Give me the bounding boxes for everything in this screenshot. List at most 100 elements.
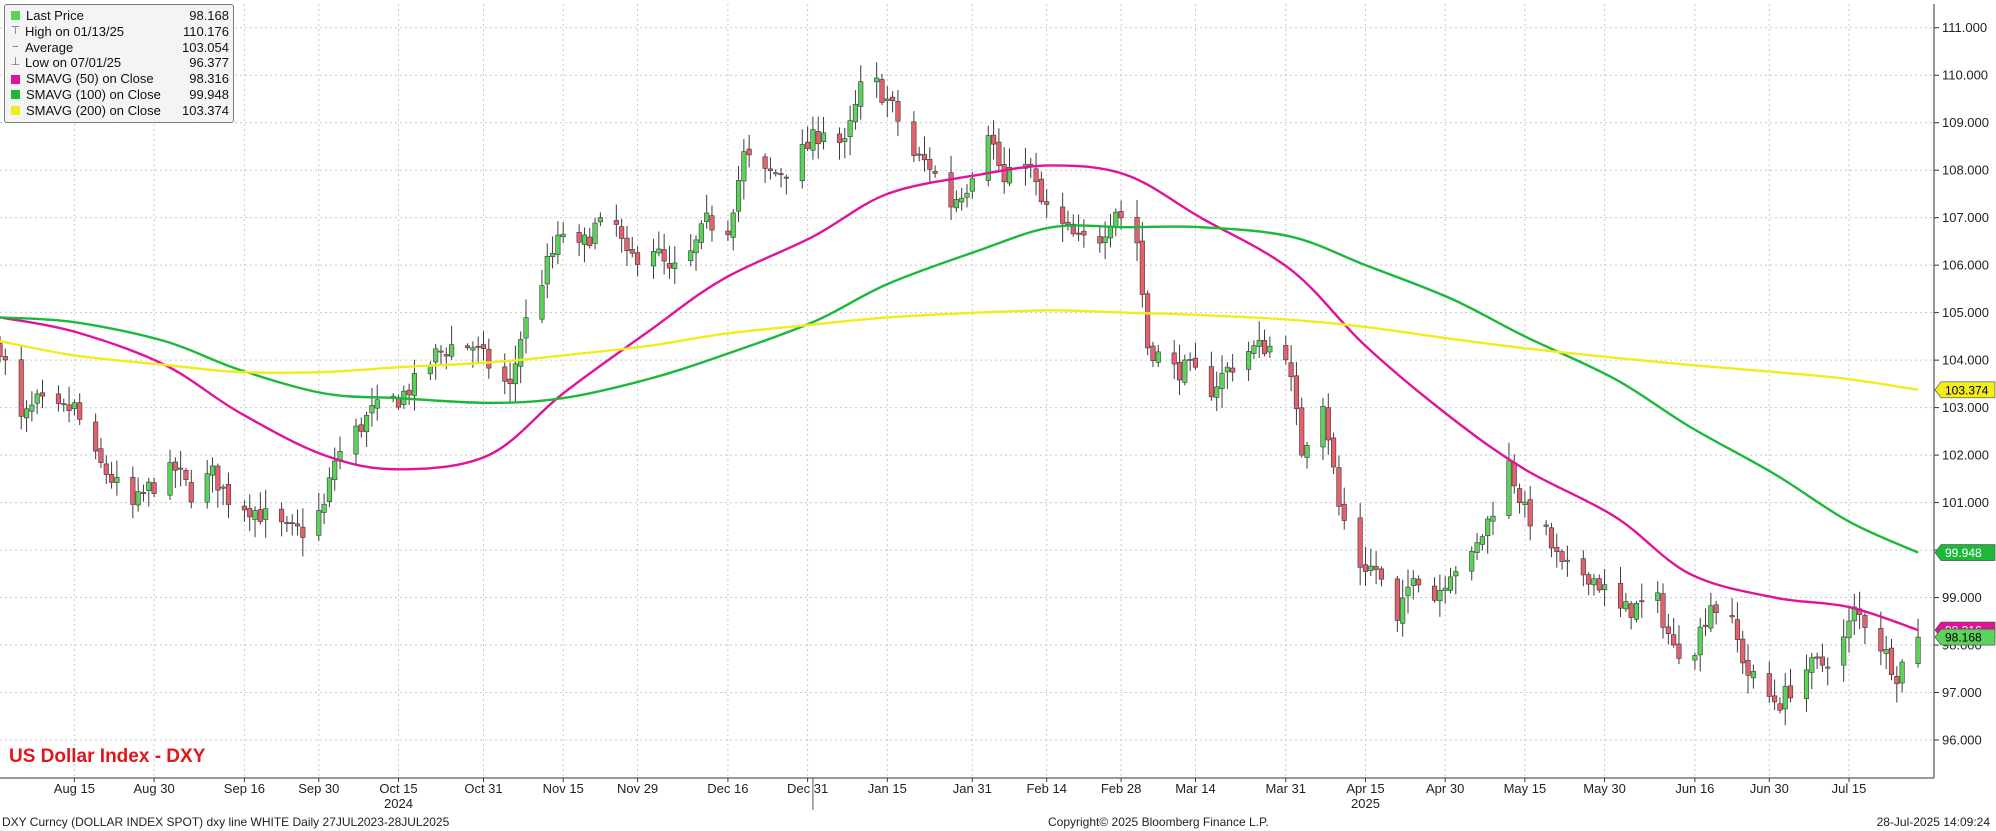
x-axis-labels: Aug 15 Aug 30 Sep 16 Sep 30 Oct 152024 Oct 31… (54, 781, 1867, 811)
candle-body (1894, 675, 1900, 685)
legend-label: Average (25, 39, 74, 55)
candle-body (895, 101, 901, 122)
candle-body (34, 393, 40, 404)
candle-body (1447, 576, 1454, 591)
candle-body (1304, 445, 1310, 458)
footer-timestamp: 28-Jul-2025 14:09:24 (1876, 815, 1990, 829)
candle-body (613, 220, 619, 225)
candle-body (1915, 636, 1921, 664)
x-tick-label: Jan 31 (953, 781, 992, 796)
x-tick-label: Aug 30 (133, 781, 174, 796)
candle-body (1336, 467, 1342, 507)
candle-body (1331, 437, 1337, 468)
candle-body (1814, 656, 1820, 659)
last-value-text: 99.948 (1945, 546, 1982, 560)
last-value-text: 98.168 (1945, 631, 1982, 645)
candle-body (1182, 359, 1188, 383)
x-tick-label: Feb 28 (1101, 781, 1141, 796)
average-marker-icon: − (12, 40, 19, 53)
candle-body (1740, 638, 1746, 664)
candle-body (151, 482, 157, 494)
candle-body (650, 251, 657, 267)
legend-label: Low on 07/01/25 (25, 55, 122, 71)
y-tick-label: 97.000 (1942, 685, 1982, 700)
candle-body (1729, 615, 1735, 618)
candle-body (109, 474, 115, 483)
x-tick-label: Mar 14 (1175, 781, 1215, 796)
candle-body (1660, 593, 1666, 628)
x-tick-label: Jan 15 (868, 781, 907, 796)
candle-body (369, 405, 375, 414)
candle-body (1819, 656, 1825, 666)
candle-body (502, 366, 508, 382)
legend-label: High on 01/13/25 (25, 23, 125, 39)
chart-legend[interactable]: Last Price 98.168 ⊤ High on 01/13/25 110… (4, 4, 234, 123)
candle-body (730, 212, 736, 238)
candle-body (1076, 232, 1082, 235)
candle-body (1623, 601, 1629, 610)
candle-body (820, 132, 827, 143)
candle-body (842, 138, 848, 142)
sma200-swatch (11, 106, 20, 116)
candle-body (666, 263, 673, 269)
candle-body (911, 121, 917, 156)
candle-body (1474, 542, 1480, 553)
candle-body (1702, 624, 1709, 627)
x-tick-label: Aug 15 (54, 781, 95, 796)
legend-value: 98.168 (189, 8, 229, 23)
legend-value: 99.948 (189, 86, 229, 102)
candle-body (225, 484, 232, 505)
candle-body (316, 510, 322, 536)
candle-body (135, 491, 141, 506)
candle-body (1325, 407, 1331, 441)
candle-body (1107, 226, 1114, 239)
candle-body (1453, 571, 1459, 577)
candle-body (1192, 357, 1199, 368)
candle-body (252, 510, 258, 520)
x-tick-label: Oct 15 (379, 781, 417, 796)
candle-body (1745, 659, 1751, 676)
candle-body (693, 239, 699, 254)
candle-body (1432, 585, 1438, 601)
legend-value: 96.377 (189, 55, 229, 71)
candle-body (1697, 626, 1703, 656)
candle-body (1081, 230, 1087, 236)
candle-body (1113, 211, 1119, 229)
candle-body (433, 348, 439, 363)
candle-body (1145, 293, 1151, 349)
candle-body (560, 233, 566, 238)
candle-body (550, 253, 556, 257)
candle-body (767, 168, 773, 171)
candle-body (1288, 362, 1294, 378)
candle-body (1357, 517, 1363, 568)
legend-row-last-price: Last Price 98.168 (9, 8, 229, 24)
candle-body (969, 178, 975, 192)
candle-body (1517, 488, 1523, 503)
candle-body (1713, 604, 1719, 614)
last-value-text: 103.374 (1945, 383, 1989, 397)
candle-body (130, 476, 136, 505)
candle-body (395, 398, 402, 408)
candle-body (470, 347, 476, 351)
candle-body (1299, 407, 1305, 456)
candle-body (619, 226, 625, 239)
candle-body (1176, 361, 1183, 381)
candle-body (1782, 686, 1788, 710)
candle-body (93, 421, 99, 452)
y-tick-label: 107.000 (1942, 210, 1989, 225)
candle-body (1708, 605, 1714, 629)
candle-body (2, 356, 8, 361)
x-tick-label: Dec 31 (787, 781, 828, 796)
legend-value: 103.054 (182, 39, 229, 55)
sma100-swatch (11, 90, 20, 100)
candle-body (964, 192, 970, 198)
candle-body (1044, 201, 1050, 205)
candle-body (39, 392, 46, 397)
candle-body (1548, 527, 1555, 549)
candle-body (1490, 515, 1496, 522)
candle-body (465, 345, 471, 349)
x-tick-label: Jul 15 (1832, 781, 1867, 796)
candle-body (1118, 211, 1124, 219)
candle-body (1065, 221, 1071, 225)
candle-body (1825, 666, 1831, 669)
